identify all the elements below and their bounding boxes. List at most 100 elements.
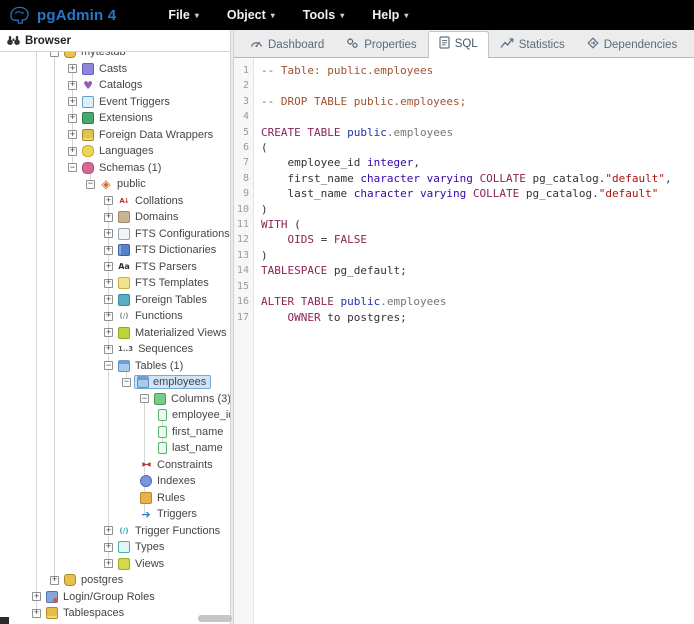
tree-item-foreign-data-wrappers[interactable]: Foreign Data Wrappers	[0, 127, 230, 144]
menu-help[interactable]: Help	[372, 8, 408, 22]
tree-item-indexes[interactable]: Indexes	[0, 473, 230, 490]
menu-file[interactable]: File	[168, 8, 199, 22]
functions-icon	[118, 310, 130, 322]
tree-item-label: last_name	[172, 442, 223, 454]
expand-icon[interactable]	[104, 229, 113, 238]
tree-item-sequences[interactable]: Sequences	[0, 341, 230, 358]
tree-item-casts[interactable]: Casts	[0, 61, 230, 78]
expand-icon[interactable]	[104, 559, 113, 568]
expand-icon[interactable]	[104, 345, 113, 354]
tree-item-extensions[interactable]: Extensions	[0, 110, 230, 127]
line-number: 4	[234, 109, 254, 124]
collapse-icon[interactable]	[86, 180, 95, 189]
tree-item-tablespaces[interactable]: Tablespaces	[0, 605, 230, 622]
domains-icon	[118, 211, 130, 223]
sql-line-text: ALTER TABLE public.employees	[254, 294, 446, 309]
expand-icon[interactable]	[50, 576, 59, 585]
collapse-icon[interactable]	[122, 378, 131, 387]
expand-icon[interactable]	[104, 526, 113, 535]
tree-item-tables-1[interactable]: Tables (1)	[0, 358, 230, 375]
expand-icon[interactable]	[104, 196, 113, 205]
tree-item-foreign-tables[interactable]: Foreign Tables	[0, 292, 230, 309]
collapse-icon[interactable]	[50, 52, 59, 57]
tree-item-fts-parsers[interactable]: FTS Parsers	[0, 259, 230, 276]
tab-properties[interactable]: Properties	[335, 32, 427, 57]
expand-icon[interactable]	[32, 609, 41, 618]
menu-object[interactable]: Object	[227, 8, 275, 22]
sql-line: 3-- DROP TABLE public.employees;	[234, 94, 694, 109]
tab-label: Properties	[364, 39, 416, 51]
schemas-icon	[82, 162, 94, 174]
tree-item-employees[interactable]: employees	[0, 374, 230, 391]
tree-item-rules[interactable]: Rules	[0, 490, 230, 507]
tree-item-first-name[interactable]: first_name	[0, 424, 230, 441]
browser-panel-header: Browser	[0, 30, 230, 52]
collapse-icon[interactable]	[104, 361, 113, 370]
expand-icon[interactable]	[68, 81, 77, 90]
tree-item-columns-3[interactable]: Columns (3)	[0, 391, 230, 408]
tab-dashboard[interactable]: Dashboard	[239, 32, 335, 57]
sql-line: 8 first_name character varying COLLATE p…	[234, 171, 694, 186]
expand-icon[interactable]	[104, 246, 113, 255]
tree-item-label: Event Triggers	[99, 96, 170, 108]
tree-item-triggers[interactable]: Triggers	[0, 506, 230, 523]
line-number: 8	[234, 171, 254, 186]
expand-icon[interactable]	[32, 592, 41, 601]
tree-item-collations[interactable]: Collations	[0, 193, 230, 210]
tree-item-languages[interactable]: Languages	[0, 143, 230, 160]
object-browser-tree[interactable]: mytestdbCastsCatalogs Event Triggers Exten…	[0, 52, 230, 624]
tree-item-trigger-functions[interactable]: Trigger Functions	[0, 523, 230, 540]
tree-item-label: Functions	[135, 310, 183, 322]
expand-icon[interactable]	[104, 295, 113, 304]
collapse-icon[interactable]	[140, 394, 149, 403]
tree-item-catalogs[interactable]: Catalogs	[0, 77, 230, 94]
tab-bar: DashboardPropertiesSQLStatisticsDependen…	[234, 30, 694, 58]
horizontal-scrollbar-thumb[interactable]	[198, 615, 232, 622]
tree-item-mytestdb[interactable]: mytestdb	[0, 52, 230, 61]
indexes-icon	[140, 475, 152, 487]
expand-icon[interactable]	[68, 130, 77, 139]
tab-dependents[interactable]: Dependents	[688, 32, 694, 57]
tree-item-postgres[interactable]: postgres	[0, 572, 230, 589]
tree-item-employee-id[interactable]: employee_id	[0, 407, 230, 424]
tree-item-label: Catalogs	[99, 79, 142, 91]
expand-icon[interactable]	[104, 262, 113, 271]
expand-icon[interactable]	[68, 64, 77, 73]
tree-item-login-group-roles[interactable]: Login/Group Roles	[0, 589, 230, 606]
expand-icon[interactable]	[68, 147, 77, 156]
menu-tools[interactable]: Tools	[303, 8, 344, 22]
tree-item-types[interactable]: Types	[0, 539, 230, 556]
tab-sql[interactable]: SQL	[428, 31, 489, 58]
tab-dependencies[interactable]: Dependencies	[576, 32, 689, 57]
tree-item-schemas-1[interactable]: Schemas (1)	[0, 160, 230, 177]
tree-item-fts-dictionaries[interactable]: FTS Dictionaries	[0, 242, 230, 259]
tree-item-functions[interactable]: Functions	[0, 308, 230, 325]
expand-icon[interactable]	[68, 97, 77, 106]
tree-item-label: first_name	[172, 426, 223, 438]
pgadmin-elephant-icon	[8, 5, 31, 26]
tree-item-event-triggers[interactable]: Event Triggers	[0, 94, 230, 111]
tree-item-materialized-views[interactable]: Materialized Views	[0, 325, 230, 342]
tab-statistics[interactable]: Statistics	[489, 32, 576, 57]
tree-item-views[interactable]: Views	[0, 556, 230, 573]
line-number: 6	[234, 140, 254, 155]
sql-code-view[interactable]: 1-- Table: public.employees23-- DROP TAB…	[234, 58, 694, 624]
expand-icon[interactable]	[104, 543, 113, 552]
tree-item-domains[interactable]: Domains	[0, 209, 230, 226]
tree-item-label: public	[117, 178, 146, 190]
db-icon	[64, 574, 76, 586]
tree-item-label: Tables (1)	[135, 360, 183, 372]
expand-icon[interactable]	[104, 328, 113, 337]
expand-icon[interactable]	[68, 114, 77, 123]
tree-item-constraints[interactable]: Constraints	[0, 457, 230, 474]
tree-item-fts-templates[interactable]: FTS Templates	[0, 275, 230, 292]
expand-icon[interactable]	[104, 213, 113, 222]
tab-label: Dashboard	[268, 39, 324, 51]
browser-panel: Browser mytestdbCastsCatalogs Event Trigg…	[0, 30, 230, 624]
collapse-icon[interactable]	[68, 163, 77, 172]
tree-item-public[interactable]: public	[0, 176, 230, 193]
tree-item-fts-configurations[interactable]: FTS Configurations	[0, 226, 230, 243]
tree-item-last-name[interactable]: last_name	[0, 440, 230, 457]
expand-icon[interactable]	[104, 312, 113, 321]
expand-icon[interactable]	[104, 279, 113, 288]
